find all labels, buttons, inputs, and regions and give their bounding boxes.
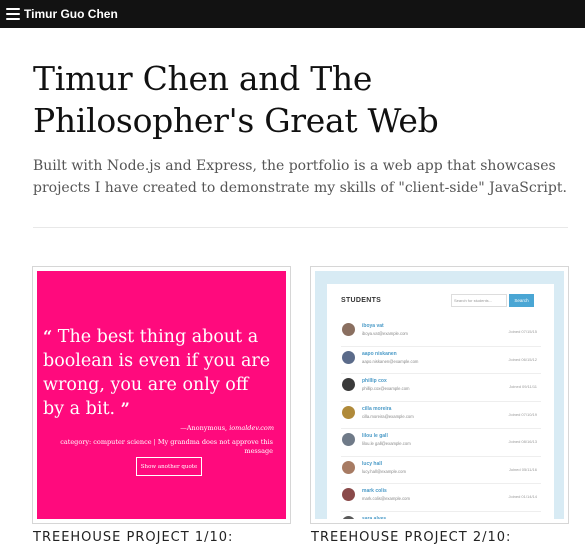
student-email: lucy.hall@example.com — [362, 468, 406, 474]
menu-icon[interactable] — [6, 8, 20, 20]
quote-author: —Anonymous, iomaldev.com — [180, 424, 274, 432]
student-email: mark.colis@example.com — [362, 496, 410, 501]
project-thumbnail-student-list[interactable]: STUDENTS Search for students... Search i… — [315, 271, 564, 519]
student-name: iboya vat — [362, 323, 384, 329]
page-subtitle: Built with Node.js and Express, the port… — [33, 158, 567, 196]
quote-author-prefix: —Anonymous, — [180, 424, 230, 432]
student-joined-date: Joined 01/14/14 — [508, 494, 537, 499]
brand-name[interactable]: Timur Guo Chen — [24, 7, 118, 21]
student-email: lilou.le gall@example.com — [362, 441, 411, 446]
student-joined-date: Joined 05/11/16 — [508, 466, 537, 472]
student-row: phillip cox phillip.cox@example.com Joined… — [341, 374, 541, 402]
divider — [33, 227, 568, 228]
student-row: mark colis mark.colis@example.com Joined 0… — [341, 484, 541, 512]
student-avatar — [342, 460, 355, 474]
student-joined-date: Joined 09/11/11 — [509, 384, 537, 389]
student-email: iboya.vat@example.com — [362, 331, 408, 336]
project-label-2[interactable]: TREEHOUSE PROJECT 2/10: — [311, 530, 511, 545]
student-email: cilla.moreira@example.com — [362, 413, 414, 419]
project-thumbnail-quote-generator[interactable]: “ The best thing about a boolean is even… — [37, 271, 286, 519]
student-row: lilou le gall lilou.le gall@example.com Jo… — [341, 429, 541, 457]
show-another-quote-button[interactable]: Show another quote — [136, 457, 202, 476]
student-row: lucy hall lucy.hall@example.com Joined 05/… — [341, 457, 541, 484]
quote-author-source: iomaldev.com — [229, 424, 274, 432]
student-name: lilou le gall — [362, 433, 388, 439]
student-avatar — [342, 488, 355, 501]
student-row: iboya vat iboya.vat@example.com Joined 07/… — [341, 319, 541, 347]
student-search-button[interactable]: Search — [509, 294, 534, 307]
student-name: aapo niskanen — [362, 350, 397, 357]
student-avatar — [342, 405, 355, 419]
page-title: Timur Chen and The Philosopher's Great W… — [33, 59, 439, 140]
student-name: phillip cox — [362, 378, 387, 384]
student-joined-date: Joined 07/10/19 — [508, 411, 537, 417]
student-name: mark colis — [362, 488, 387, 494]
student-row: cilla moreira cilla.moreira@example.com Jo… — [341, 402, 541, 429]
top-navbar: Timur Guo Chen — [0, 0, 585, 28]
student-name: cilla moreira — [362, 405, 392, 412]
student-avatar — [342, 433, 355, 446]
student-joined-date: Joined 07/15/15 — [508, 329, 537, 334]
student-list: iboya vat iboya.vat@example.com Joined 07/… — [341, 319, 541, 519]
student-row: sara alvessara.alves@example.comJoined 0… — [341, 512, 541, 520]
student-avatar — [342, 378, 355, 391]
student-email: phillip.cox@example.com — [362, 386, 410, 391]
quote-open-mark: “ — [43, 327, 53, 346]
student-email: aapo.niskanen@example.com — [362, 358, 419, 364]
student-joined-date: Joined 08/16/13 — [508, 439, 537, 444]
students-panel: STUDENTS Search for students... Search i… — [327, 284, 554, 519]
student-avatar — [342, 323, 355, 336]
project-card-1[interactable]: “ The best thing about a boolean is even… — [32, 266, 291, 524]
students-heading: STUDENTS — [341, 297, 382, 304]
quote-category: category: computer science | My grandma … — [60, 438, 273, 455]
student-name: lucy hall — [362, 460, 383, 467]
student-search-input[interactable]: Search for students... — [451, 294, 507, 307]
student-row: aapo niskanen aapo.niskanen@example.com Jo… — [341, 347, 541, 374]
student-avatar — [342, 350, 355, 364]
quote-body: The best thing about a boolean is even i… — [43, 327, 271, 419]
student-avatar — [342, 515, 355, 519]
student-joined-date: Joined 06/15/12 — [508, 356, 537, 362]
project-label-1[interactable]: TREEHOUSE PROJECT 1/10: — [33, 530, 233, 545]
project-card-2[interactable]: STUDENTS Search for students... Search i… — [310, 266, 569, 524]
quote-text: “ The best thing about a boolean is even… — [43, 325, 273, 421]
student-name: sara alves — [362, 515, 387, 520]
quote-close-mark: ” — [120, 399, 130, 418]
